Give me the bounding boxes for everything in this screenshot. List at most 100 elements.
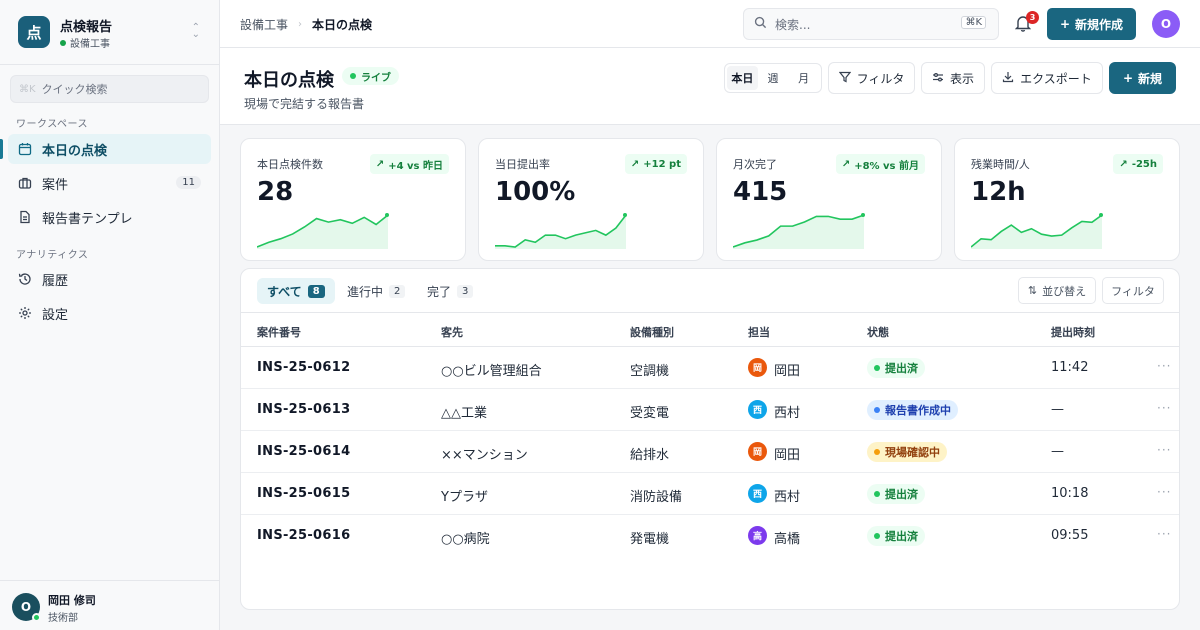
table-row[interactable]: INS-25-0613 △△工業 受変電 西 西村 報告書作成中 — ··· bbox=[241, 389, 1179, 431]
more-icon[interactable]: ··· bbox=[1157, 527, 1171, 541]
kpi-value: 28 bbox=[257, 177, 294, 207]
quick-search-kbd: ⌘K bbox=[19, 83, 36, 95]
search-icon bbox=[754, 16, 767, 32]
workspace-label: 設備工事 bbox=[70, 39, 110, 50]
column-header[interactable]: 客先 bbox=[441, 324, 463, 340]
client: Yプラザ bbox=[441, 490, 488, 505]
status-dot bbox=[60, 39, 66, 46]
tab-all[interactable]: すべて 8 bbox=[257, 278, 335, 304]
user-name: 岡田 修司 bbox=[48, 594, 96, 607]
sparkline-endpoint bbox=[1099, 213, 1103, 217]
quick-search-label: クイック検索 bbox=[41, 83, 108, 96]
table-row[interactable]: INS-25-0612 ○○ビル管理組合 空調機 岡 岡田 提出済 11:42 … bbox=[241, 347, 1179, 389]
view-button[interactable]: 表示 bbox=[921, 62, 985, 94]
avatar: 西 bbox=[748, 484, 767, 503]
search-input[interactable]: 検索... ⌘K bbox=[743, 8, 999, 40]
tab-in-progress[interactable]: 進行中 2 bbox=[337, 278, 415, 304]
document-icon bbox=[18, 210, 32, 224]
tab-label: 完了 bbox=[427, 284, 452, 299]
table-toolbar: すべて 8 進行中 2 完了 3 ⇅ 並び替え フィルタ bbox=[241, 269, 1179, 313]
tab-done[interactable]: 完了 3 bbox=[417, 278, 483, 304]
brand-logo: 点 bbox=[18, 16, 50, 48]
sidebar-item-label: 報告書テンプレ bbox=[42, 211, 133, 227]
filter-icon bbox=[838, 71, 851, 86]
sort-icon: ⇅ bbox=[1027, 284, 1038, 297]
brand-switcher[interactable]: 点 点検報告 設備工事 ⌃ ⌄ bbox=[18, 16, 204, 50]
status-badge: 提出済 bbox=[867, 358, 925, 378]
more-icon[interactable]: ··· bbox=[1157, 401, 1171, 415]
avatar[interactable]: O bbox=[1152, 10, 1180, 38]
period-toggle: 本日 週 月 bbox=[724, 63, 822, 93]
filter-button[interactable]: フィルタ bbox=[828, 62, 915, 94]
more-icon[interactable]: ··· bbox=[1157, 443, 1171, 457]
submit-time: — bbox=[1051, 402, 1064, 417]
sidebar-item-today[interactable]: 本日の点検 bbox=[8, 134, 211, 164]
sparkline-area bbox=[733, 215, 864, 249]
kpi-card: 本日点検件数 ↗ +4 vs 昨日 28 bbox=[240, 138, 466, 261]
assignee: 高橋 bbox=[774, 532, 801, 547]
avatar: 岡 bbox=[748, 442, 767, 461]
table-row[interactable]: INS-25-0615 Yプラザ 消防設備 西 西村 提出済 10:18 ··· bbox=[241, 473, 1179, 515]
assignee: 西村 bbox=[774, 490, 801, 505]
equipment-type: 空調機 bbox=[630, 364, 670, 379]
live-badge: ライブ bbox=[342, 67, 399, 85]
status-label: 提出済 bbox=[885, 530, 918, 543]
status-badge: 報告書作成中 bbox=[867, 400, 958, 420]
inspection-table-panel: すべて 8 進行中 2 完了 3 ⇅ 並び替え フィルタ 案件番号 客先 設備種別 担当… bbox=[240, 268, 1180, 610]
assignee: 岡田 bbox=[774, 448, 801, 463]
sidebar-item-label: 案件 bbox=[42, 177, 69, 193]
sidebar-item-label: 履歴 bbox=[42, 273, 69, 289]
more-icon[interactable]: ··· bbox=[1157, 359, 1171, 373]
case-id: INS-25-0614 bbox=[257, 444, 351, 459]
user-profile[interactable]: O 岡田 修司 技術部 bbox=[0, 580, 219, 630]
submit-time: 10:18 bbox=[1051, 486, 1089, 501]
chevron-up-down-icon: ⌃ ⌄ bbox=[191, 22, 200, 40]
kpi-label: 残業時間/人 bbox=[971, 158, 1030, 171]
search-kbd: ⌘K bbox=[961, 16, 986, 29]
table-row[interactable]: INS-25-0614 ××マンション 給排水 岡 岡田 現場確認中 — ··· bbox=[241, 431, 1179, 473]
column-header[interactable]: 設備種別 bbox=[630, 324, 674, 340]
sidebar-item-history[interactable]: 履歴 bbox=[8, 264, 211, 294]
kpi-delta-text: +8% vs 前月 bbox=[854, 160, 919, 172]
table-row[interactable]: INS-25-0616 ○○病院 発電機 高 高橋 提出済 09:55 ··· bbox=[241, 515, 1179, 557]
client: △△工業 bbox=[441, 406, 487, 421]
period-month[interactable]: 月 bbox=[788, 66, 819, 90]
user-dept: 技術部 bbox=[48, 613, 78, 624]
breadcrumb-item[interactable]: 設備工事 bbox=[240, 16, 288, 33]
column-header[interactable]: 提出時刻 bbox=[1051, 324, 1095, 340]
create-new-label: 新規作成 bbox=[1075, 17, 1124, 32]
column-header[interactable]: 案件番号 bbox=[257, 324, 301, 340]
view-label: 表示 bbox=[949, 71, 974, 86]
table-filter-button[interactable]: フィルタ bbox=[1102, 277, 1164, 304]
column-header[interactable]: 担当 bbox=[748, 324, 770, 340]
kpi-delta: ↗ +4 vs 昨日 bbox=[369, 154, 449, 174]
notification-badge: 3 bbox=[1026, 11, 1039, 24]
status-dot bbox=[874, 533, 880, 539]
new-button[interactable]: + 新規 bbox=[1109, 62, 1176, 94]
export-button[interactable]: エクスポート bbox=[991, 62, 1103, 94]
sidebar-item-settings[interactable]: 設定 bbox=[8, 298, 211, 328]
sidebar-item-projects[interactable]: 案件 11 bbox=[8, 168, 211, 198]
submit-time: — bbox=[1051, 444, 1064, 459]
active-indicator bbox=[0, 139, 3, 159]
quick-search[interactable]: ⌘K クイック検索 bbox=[10, 75, 209, 103]
kpi-delta: ↗ -25h bbox=[1113, 154, 1163, 174]
column-header[interactable]: 状態 bbox=[867, 324, 889, 340]
divider bbox=[0, 64, 219, 65]
sidebar-item-templates[interactable]: 報告書テンプレ bbox=[8, 202, 211, 232]
period-today[interactable]: 本日 bbox=[727, 66, 758, 90]
status-label: 提出済 bbox=[885, 362, 918, 375]
submit-time: 11:42 bbox=[1051, 360, 1089, 375]
kpi-value: 415 bbox=[733, 177, 788, 207]
sparkline-area bbox=[495, 215, 626, 249]
breadcrumb: 設備工事 › 本日の点検 bbox=[240, 16, 372, 33]
page-title: 本日の点検 bbox=[244, 70, 334, 91]
table-filter-label: フィルタ bbox=[1111, 284, 1155, 298]
create-new-button[interactable]: + 新規作成 bbox=[1047, 8, 1136, 40]
status-dot bbox=[874, 365, 880, 371]
more-icon[interactable]: ··· bbox=[1157, 485, 1171, 499]
period-week[interactable]: 週 bbox=[758, 66, 789, 90]
export-label: エクスポート bbox=[1020, 71, 1092, 86]
plus-icon: + bbox=[1059, 17, 1071, 31]
sort-button[interactable]: ⇅ 並び替え bbox=[1018, 277, 1096, 304]
